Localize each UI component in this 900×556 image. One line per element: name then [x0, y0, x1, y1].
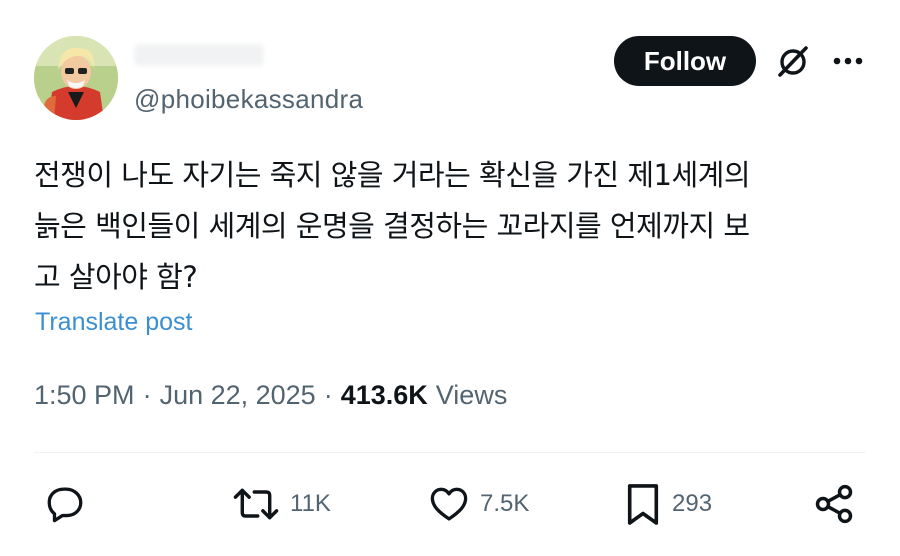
reply-button[interactable] [44, 478, 86, 530]
divider [34, 452, 866, 453]
bookmark-icon [627, 484, 659, 525]
post-time[interactable]: 1:50 PM [34, 380, 135, 411]
bookmark-count: 293 [672, 490, 713, 517]
views-label: Views [435, 380, 508, 410]
action-bar: 11K 7.5K 293 [0, 478, 900, 534]
user-handle[interactable]: @phoibekassandra [134, 84, 363, 115]
views-count[interactable]: 413.6K [341, 380, 428, 411]
avatar-image [34, 36, 118, 120]
translate-post-link[interactable]: Translate post [35, 308, 192, 337]
repost-button[interactable]: 11K [232, 478, 331, 530]
separator-dot: · [323, 380, 333, 410]
separator-dot: · [142, 380, 152, 410]
repost-count: 11K [290, 490, 331, 517]
post-text: 전쟁이 나도 자기는 죽지 않을 거라는 확신을 가진 제1세계의 늙은 백인들… [34, 158, 751, 294]
post-meta: 1:50 PM · Jun 22, 2025 · 413.6K Views [34, 380, 507, 411]
reply-icon [47, 487, 83, 523]
bookmark-button[interactable]: 293 [624, 478, 712, 530]
display-name-blurred[interactable] [134, 44, 264, 66]
heart-icon [430, 487, 468, 521]
follow-button[interactable]: Follow [614, 36, 756, 86]
like-count: 7.5K [480, 490, 530, 517]
share-button[interactable] [812, 478, 856, 530]
post-date[interactable]: Jun 22, 2025 [160, 380, 316, 411]
avatar[interactable] [34, 36, 118, 120]
like-button[interactable]: 7.5K [428, 478, 529, 530]
grok-icon[interactable] [774, 42, 812, 80]
more-icon[interactable] [830, 46, 866, 76]
share-icon [815, 484, 853, 524]
repost-icon [233, 488, 279, 520]
